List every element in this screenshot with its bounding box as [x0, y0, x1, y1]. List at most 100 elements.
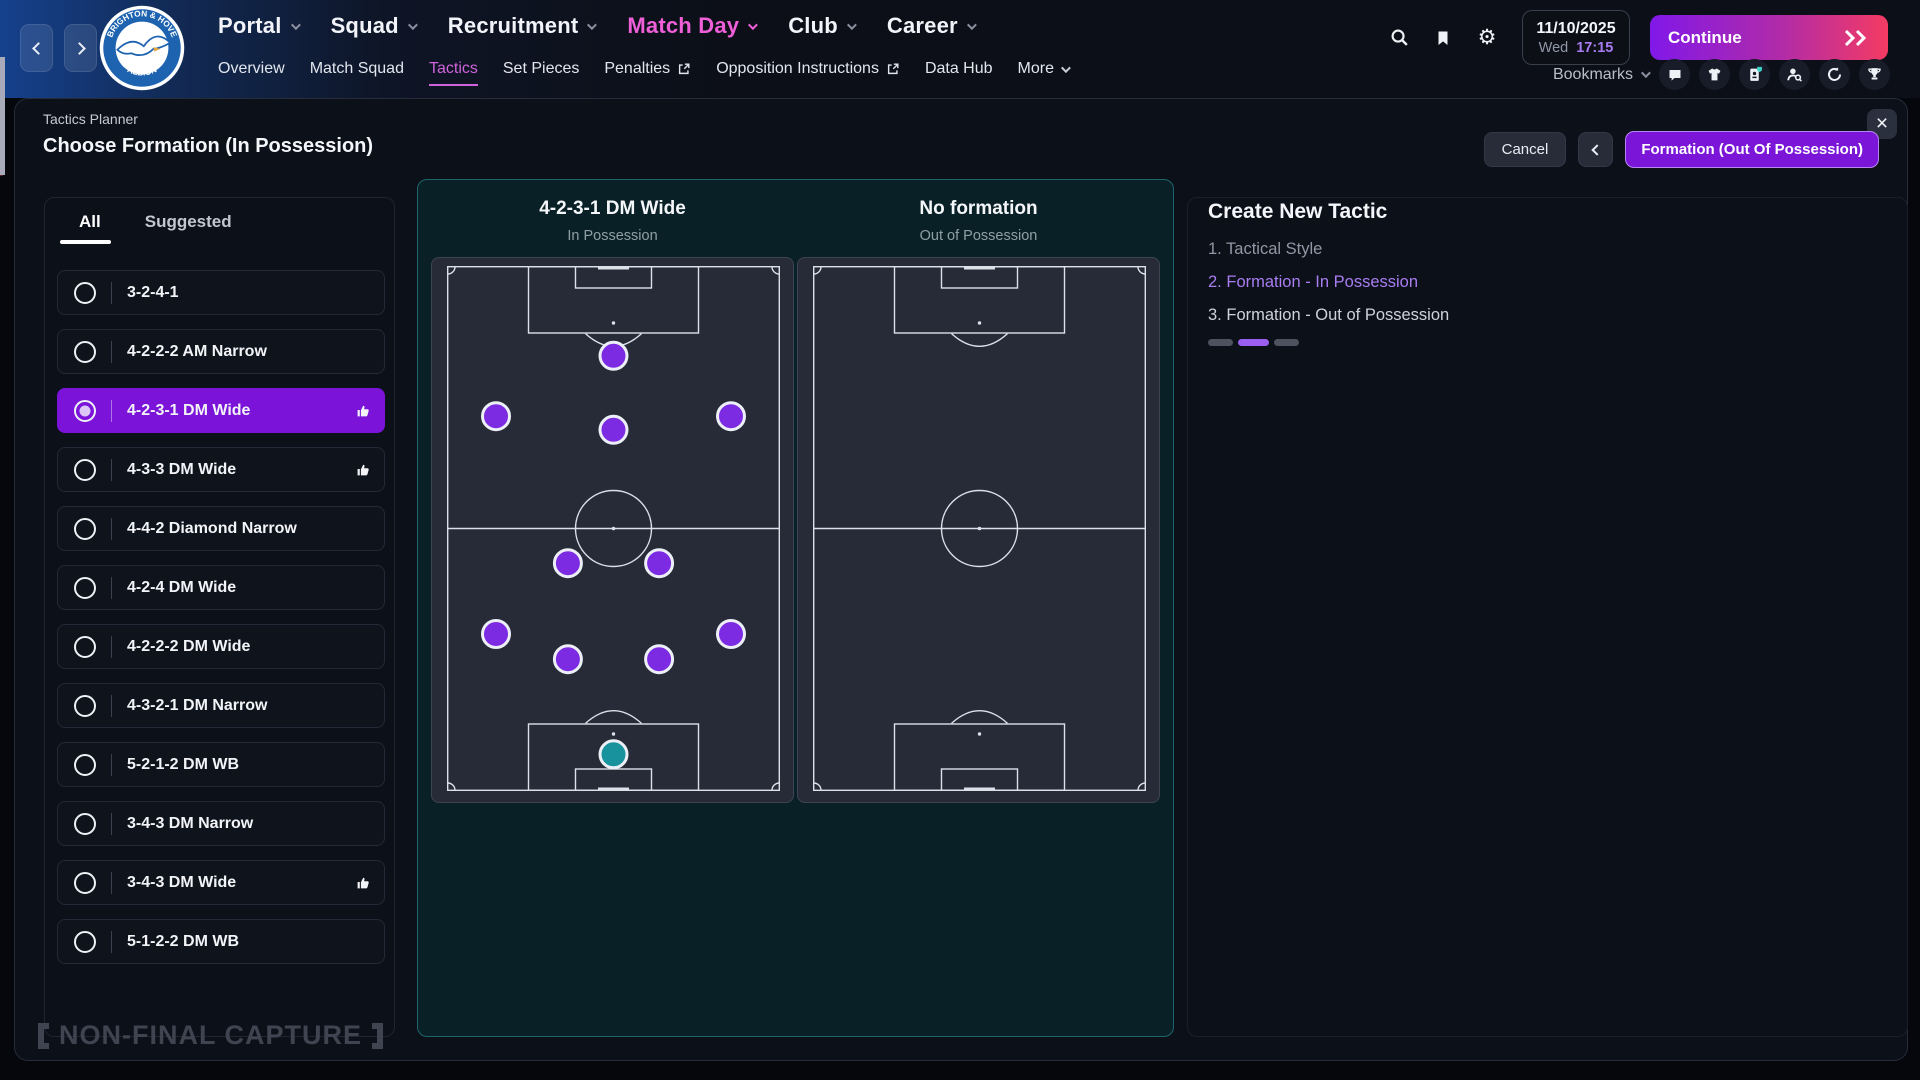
- radio-icon[interactable]: [74, 636, 96, 658]
- main-nav-item[interactable]: Squad: [331, 13, 415, 39]
- radio-icon[interactable]: [74, 872, 96, 894]
- thumbs-up-icon: [355, 462, 371, 478]
- radio-icon[interactable]: [74, 695, 96, 717]
- radio-icon[interactable]: [74, 341, 96, 363]
- double-chevron-right-icon: [1842, 29, 1870, 47]
- radio-icon[interactable]: [74, 459, 96, 481]
- scout-search-icon-button[interactable]: [1779, 59, 1810, 90]
- radio-icon[interactable]: [74, 577, 96, 599]
- wizard-progress: [1208, 339, 1907, 346]
- player-dot[interactable]: [718, 403, 745, 430]
- game-day: Wed: [1539, 40, 1569, 56]
- search-icon[interactable]: [1388, 27, 1410, 49]
- formation-list-item[interactable]: 3-4-3 DM Narrow: [57, 801, 385, 846]
- pitch[interactable]: [431, 257, 794, 803]
- subnav-item[interactable]: Tactics: [429, 60, 478, 82]
- scout-search-icon: [1786, 66, 1803, 83]
- subnav-item[interactable]: More: [1018, 60, 1068, 82]
- subnav-item[interactable]: Data Hub: [925, 60, 993, 82]
- formation-list-item[interactable]: 4-3-2-1 DM Narrow: [57, 683, 385, 728]
- wizard-step: 1. Tactical Style: [1208, 240, 1907, 259]
- radio-icon[interactable]: [74, 754, 96, 776]
- wizard-panel: Create New Tactic 1. Tactical Style 2. F…: [1187, 197, 1908, 1037]
- main-nav-item[interactable]: Club: [788, 13, 854, 39]
- shirt-icon-button[interactable]: [1699, 59, 1730, 90]
- radio-icon[interactable]: [74, 518, 96, 540]
- external-link-icon: [886, 62, 900, 76]
- radio-icon[interactable]: [74, 813, 96, 835]
- formation-list-item[interactable]: 4-2-4 DM Wide: [57, 565, 385, 610]
- formation-label: 5-1-2-2 DM WB: [127, 933, 239, 951]
- formation-list-item[interactable]: 4-2-3-1 DM Wide: [57, 388, 385, 433]
- subnav-item[interactable]: Match Squad: [310, 60, 404, 82]
- wizard-step: 3. Formation - Out of Possession: [1208, 306, 1907, 325]
- step-back-button[interactable]: [1578, 132, 1613, 167]
- sync-icon: [1826, 66, 1843, 83]
- player-dot[interactable]: [554, 646, 581, 673]
- pitch-markings: [814, 267, 1146, 791]
- bookmarks-label: Bookmarks: [1553, 66, 1633, 84]
- main-nav-item[interactable]: Career: [887, 13, 974, 39]
- bracket-right: [372, 1023, 383, 1049]
- formation-out-of-possession-button[interactable]: Formation (Out Of Possession): [1625, 131, 1879, 168]
- player-dot[interactable]: [646, 550, 673, 577]
- formation-list-item[interactable]: 5-1-2-2 DM WB: [57, 919, 385, 964]
- formation-label: 4-2-2-2 AM Narrow: [127, 343, 267, 361]
- subnav-item-label: Set Pieces: [503, 60, 579, 78]
- subnav-item[interactable]: Penalties: [604, 60, 691, 82]
- formation-list-item[interactable]: 3-2-4-1: [57, 270, 385, 315]
- subnav-item-label: Data Hub: [925, 60, 993, 78]
- player-dot[interactable]: [600, 342, 627, 369]
- wizard-step-number: 2.: [1208, 273, 1226, 291]
- player-dot[interactable]: [646, 646, 673, 673]
- subnav-item[interactable]: Set Pieces: [503, 60, 579, 82]
- main-nav-item-label: Squad: [331, 13, 399, 39]
- formation-list-item[interactable]: 4-4-2 Diamond Narrow: [57, 506, 385, 551]
- tab-all[interactable]: All: [79, 212, 101, 244]
- formation-list-item[interactable]: 3-4-3 DM Wide: [57, 860, 385, 905]
- trophy-icon-button[interactable]: [1859, 59, 1890, 90]
- formation-list-item[interactable]: 4-2-2-2 AM Narrow: [57, 329, 385, 374]
- bracket-left: [38, 1023, 49, 1049]
- game-date-widget[interactable]: 11/10/2025 Wed 17:15: [1522, 10, 1630, 65]
- back-button[interactable]: [20, 24, 53, 72]
- divider: [111, 754, 112, 776]
- forward-button[interactable]: [64, 24, 97, 72]
- cancel-button[interactable]: Cancel: [1484, 132, 1567, 167]
- radio-icon[interactable]: [74, 931, 96, 953]
- divider: [111, 813, 112, 835]
- tab-suggested[interactable]: Suggested: [145, 212, 232, 244]
- formation-list-item[interactable]: 4-3-3 DM Wide: [57, 447, 385, 492]
- goalkeeper-dot[interactable]: [600, 741, 627, 768]
- subnav-item[interactable]: Opposition Instructions: [716, 60, 900, 82]
- page-title: Choose Formation (In Possession): [43, 135, 373, 158]
- player-dot[interactable]: [483, 403, 510, 430]
- player-dot[interactable]: [483, 621, 510, 648]
- main-nav-item[interactable]: Match Day: [627, 13, 755, 39]
- player-dot[interactable]: [600, 416, 627, 443]
- formation-label: 3-2-4-1: [127, 284, 179, 302]
- chat-icon-button[interactable]: [1659, 59, 1690, 90]
- settings-gear-icon[interactable]: ⚙: [1476, 27, 1498, 49]
- radio-icon[interactable]: [74, 400, 96, 422]
- player-dot[interactable]: [718, 621, 745, 648]
- bookmarks-dropdown[interactable]: Bookmarks: [1553, 66, 1648, 84]
- header-icon-group: ⚙: [1388, 27, 1498, 49]
- id-card-icon-button[interactable]: [1739, 59, 1770, 90]
- formation-label: 4-3-3 DM Wide: [127, 461, 236, 479]
- formation-list-item[interactable]: 4-2-2-2 DM Wide: [57, 624, 385, 669]
- formation-list-item[interactable]: 5-2-1-2 DM WB: [57, 742, 385, 787]
- main-nav-item[interactable]: Recruitment: [448, 13, 595, 39]
- club-badge[interactable]: BRIGHTON & HOVE ALBION: [98, 4, 186, 92]
- bookmark-icon[interactable]: [1432, 27, 1454, 49]
- main-nav-item-label: Club: [788, 13, 838, 39]
- subnav-item[interactable]: Overview: [218, 60, 285, 82]
- pitch[interactable]: [797, 257, 1160, 803]
- main-nav-item[interactable]: Portal: [218, 13, 298, 39]
- player-dot[interactable]: [554, 550, 581, 577]
- subnav-item-label: Match Squad: [310, 60, 404, 78]
- sync-icon-button[interactable]: [1819, 59, 1850, 90]
- radio-icon[interactable]: [74, 282, 96, 304]
- wizard-step-number: 3.: [1208, 306, 1226, 324]
- continue-button[interactable]: Continue: [1650, 15, 1888, 60]
